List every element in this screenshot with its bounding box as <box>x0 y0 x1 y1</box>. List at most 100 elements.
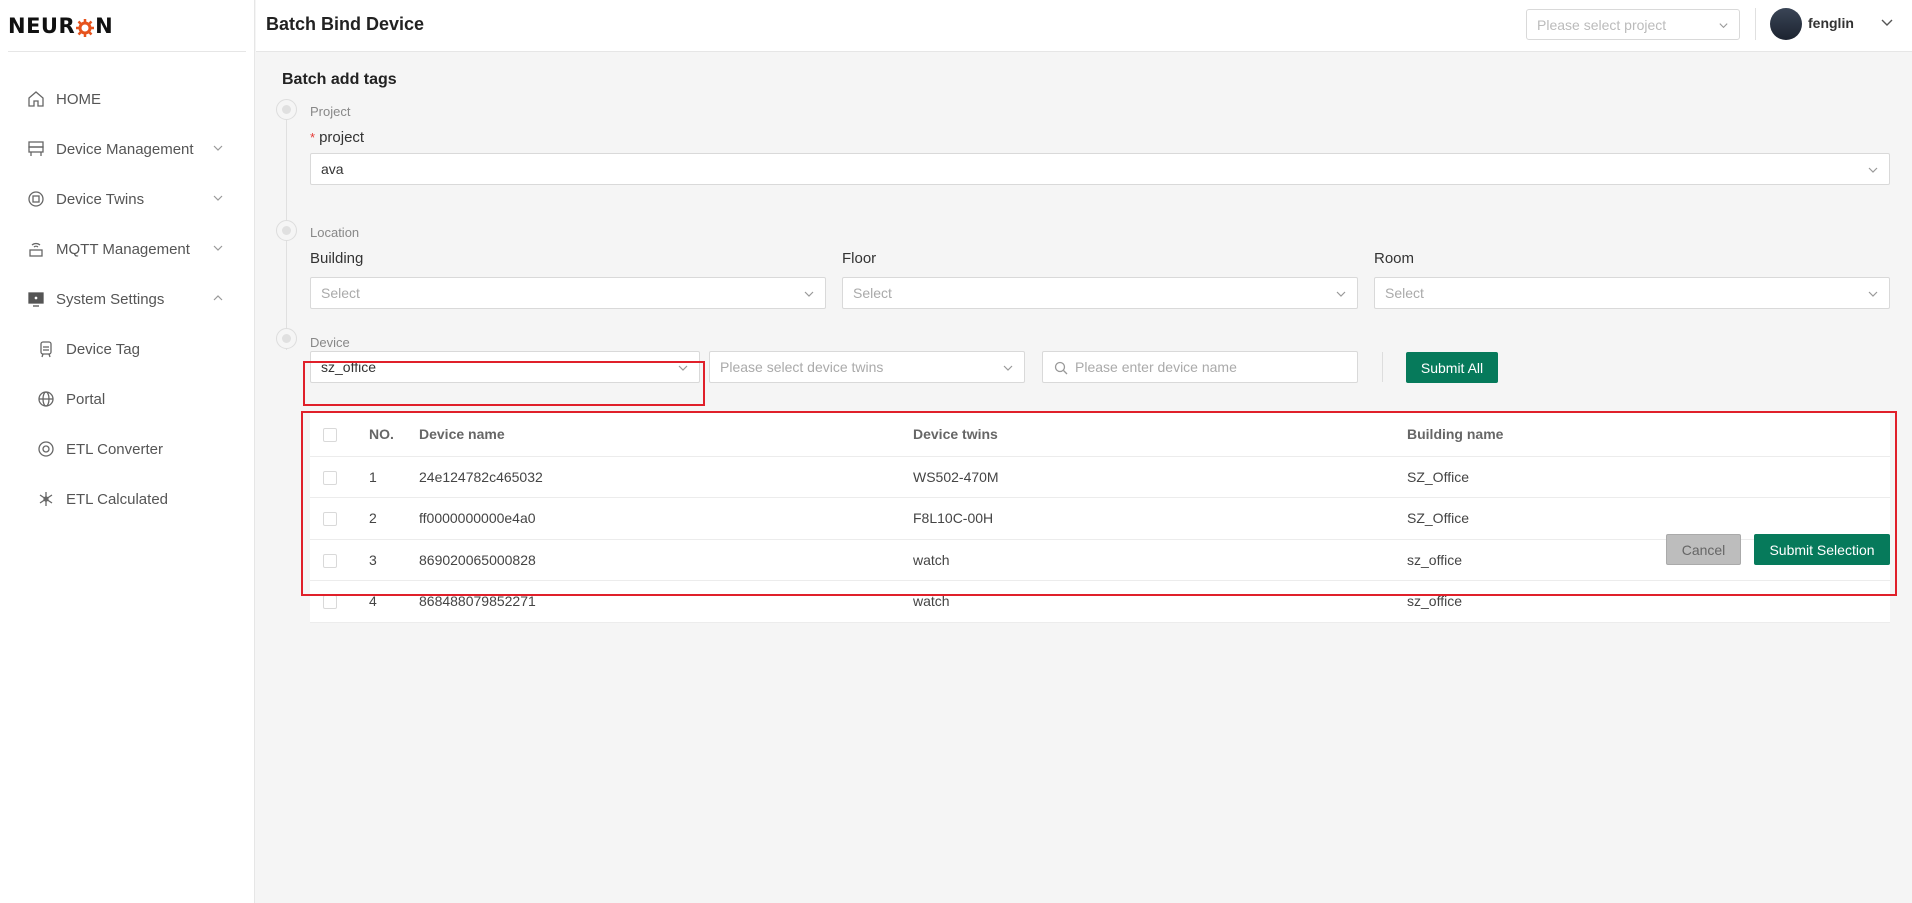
chevron-down-icon <box>1868 167 1878 173</box>
column-header-no: NO. <box>369 413 419 457</box>
device-name-search-input[interactable]: Please enter device name <box>1042 351 1358 383</box>
row-checkbox[interactable] <box>323 595 337 610</box>
tag-icon <box>36 339 56 359</box>
row-checkbox-cell <box>310 456 369 498</box>
logo-text-right: N <box>95 13 114 38</box>
building-dropdown[interactable]: Select <box>310 277 826 309</box>
chevron-down-icon <box>213 195 223 201</box>
chevron-down-icon <box>213 145 223 151</box>
cell-no: 4 <box>369 580 419 623</box>
header-divider <box>1755 8 1756 40</box>
converter-icon <box>36 439 56 459</box>
step-dot-device <box>276 328 297 349</box>
cancel-button[interactable]: Cancel <box>1666 534 1741 565</box>
room-label: Room <box>1374 250 1415 267</box>
logo-text-left: NEUR <box>8 13 76 38</box>
chevron-down-icon <box>1336 291 1346 297</box>
device-building-value: sz_office <box>321 359 376 375</box>
calc-icon <box>36 489 56 509</box>
row-checkbox[interactable] <box>323 553 337 568</box>
cell-no: 1 <box>369 456 419 498</box>
cell-device-twins: watch <box>913 539 1407 581</box>
chevron-down-icon <box>1868 291 1878 297</box>
cell-building-name: SZ_Office <box>1407 456 1890 498</box>
user-menu-chevron-icon[interactable] <box>1880 15 1894 29</box>
select-all-cell <box>310 413 369 457</box>
cell-device-name: ff0000000000e4a0 <box>419 497 913 540</box>
column-header-device-twins: Device twins <box>913 413 1407 457</box>
sidebar-item-device-tag[interactable]: Device Tag <box>0 324 254 374</box>
chevron-down-icon <box>678 365 688 371</box>
floor-placeholder: Select <box>853 285 892 301</box>
row-checkbox-cell <box>310 497 369 540</box>
sidebar: NEUR N HOME Device Management Device Twi… <box>0 0 255 903</box>
step-dot-project <box>276 99 297 120</box>
sidebar-item-label: MQTT Management <box>56 240 190 258</box>
cell-device-twins: F8L10C-00H <box>913 497 1407 540</box>
device-twins-placeholder: Please select device twins <box>720 359 884 375</box>
sidebar-item-etl-calculated[interactable]: ETL Calculated <box>0 474 254 524</box>
table-row[interactable]: 3 869020065000828 watch sz_office <box>310 539 1890 581</box>
row-checkbox-cell <box>310 539 369 581</box>
cell-no: 3 <box>369 539 419 581</box>
server-icon <box>26 139 46 159</box>
cell-device-name: 24e124782c465032 <box>419 456 913 498</box>
search-icon <box>1054 361 1068 375</box>
table-row[interactable]: 1 24e124782c465032 WS502-470M SZ_Office <box>310 456 1890 498</box>
required-mark: * <box>310 130 316 145</box>
sidebar-item-label: Device Tag <box>66 340 140 358</box>
chevron-down-icon <box>213 245 223 251</box>
project-dropdown[interactable]: ava <box>310 153 1890 185</box>
sidebar-item-home[interactable]: HOME <box>0 74 254 124</box>
device-building-dropdown[interactable]: sz_office <box>310 351 700 383</box>
project-select[interactable]: Please select project <box>1526 9 1740 40</box>
sidebar-item-label: ETL Converter <box>66 440 163 458</box>
step-label-project: Project <box>310 104 351 119</box>
sidebar-item-portal[interactable]: Portal <box>0 374 254 424</box>
room-placeholder: Select <box>1385 285 1424 301</box>
sidebar-item-label: System Settings <box>56 290 165 308</box>
sidebar-item-etl-converter[interactable]: ETL Converter <box>0 424 254 474</box>
row-checkbox[interactable] <box>323 470 337 485</box>
chevron-down-icon <box>1719 23 1728 29</box>
column-header-device-name: Device name <box>419 413 913 457</box>
sidebar-item-device-management[interactable]: Device Management <box>0 124 254 174</box>
column-header-building-name: Building name <box>1407 413 1890 457</box>
submit-selection-button[interactable]: Submit Selection <box>1754 534 1890 565</box>
avatar[interactable] <box>1770 8 1802 40</box>
table-row[interactable]: 2 ff0000000000e4a0 F8L10C-00H SZ_Office <box>310 497 1890 540</box>
device-table-grid: NO. Device name Device twins Building na… <box>310 413 1890 623</box>
floor-dropdown[interactable]: Select <box>842 277 1358 309</box>
sidebar-item-system-settings[interactable]: System Settings <box>0 274 254 324</box>
sidebar-nav: HOME Device Management Device Twins MQTT… <box>0 74 254 524</box>
step-label-device: Device <box>310 335 350 350</box>
floor-label: Floor <box>842 250 877 267</box>
sidebar-item-mqtt-management[interactable]: MQTT Management <box>0 224 254 274</box>
device-table: NO. Device name Device twins Building na… <box>310 413 1890 623</box>
main-content: Batch add tags Project * project ava Loca… <box>256 52 1912 903</box>
building-placeholder: Select <box>321 285 360 301</box>
cell-device-twins: WS502-470M <box>913 456 1407 498</box>
sidebar-item-label: HOME <box>56 90 101 108</box>
submit-all-button[interactable]: Submit All <box>1406 352 1498 383</box>
twins-icon <box>26 189 46 209</box>
app-logo[interactable]: NEUR N <box>8 0 246 52</box>
row-checkbox[interactable] <box>323 512 337 527</box>
cell-device-name: 868488079852271 <box>419 580 913 623</box>
device-twins-dropdown[interactable]: Please select device twins <box>709 351 1025 383</box>
monitor-icon <box>26 289 46 309</box>
page-title: Batch Bind Device <box>266 14 425 34</box>
sidebar-item-label: Device Management <box>56 140 194 158</box>
table-row[interactable]: 4 868488079852271 watch sz_office <box>310 580 1890 623</box>
select-all-checkbox[interactable] <box>323 428 337 443</box>
room-dropdown[interactable]: Select <box>1374 277 1890 309</box>
chevron-down-icon <box>804 291 814 297</box>
user-name[interactable]: fenglin <box>1808 15 1854 31</box>
device-name-placeholder: Please enter device name <box>1075 359 1237 375</box>
step-label-location: Location <box>310 225 360 240</box>
cell-device-twins: watch <box>913 580 1407 623</box>
sidebar-item-device-twins[interactable]: Device Twins <box>0 174 254 224</box>
signal-icon <box>26 239 46 259</box>
logo-gear-icon <box>75 16 95 37</box>
row-checkbox-cell <box>310 580 369 623</box>
